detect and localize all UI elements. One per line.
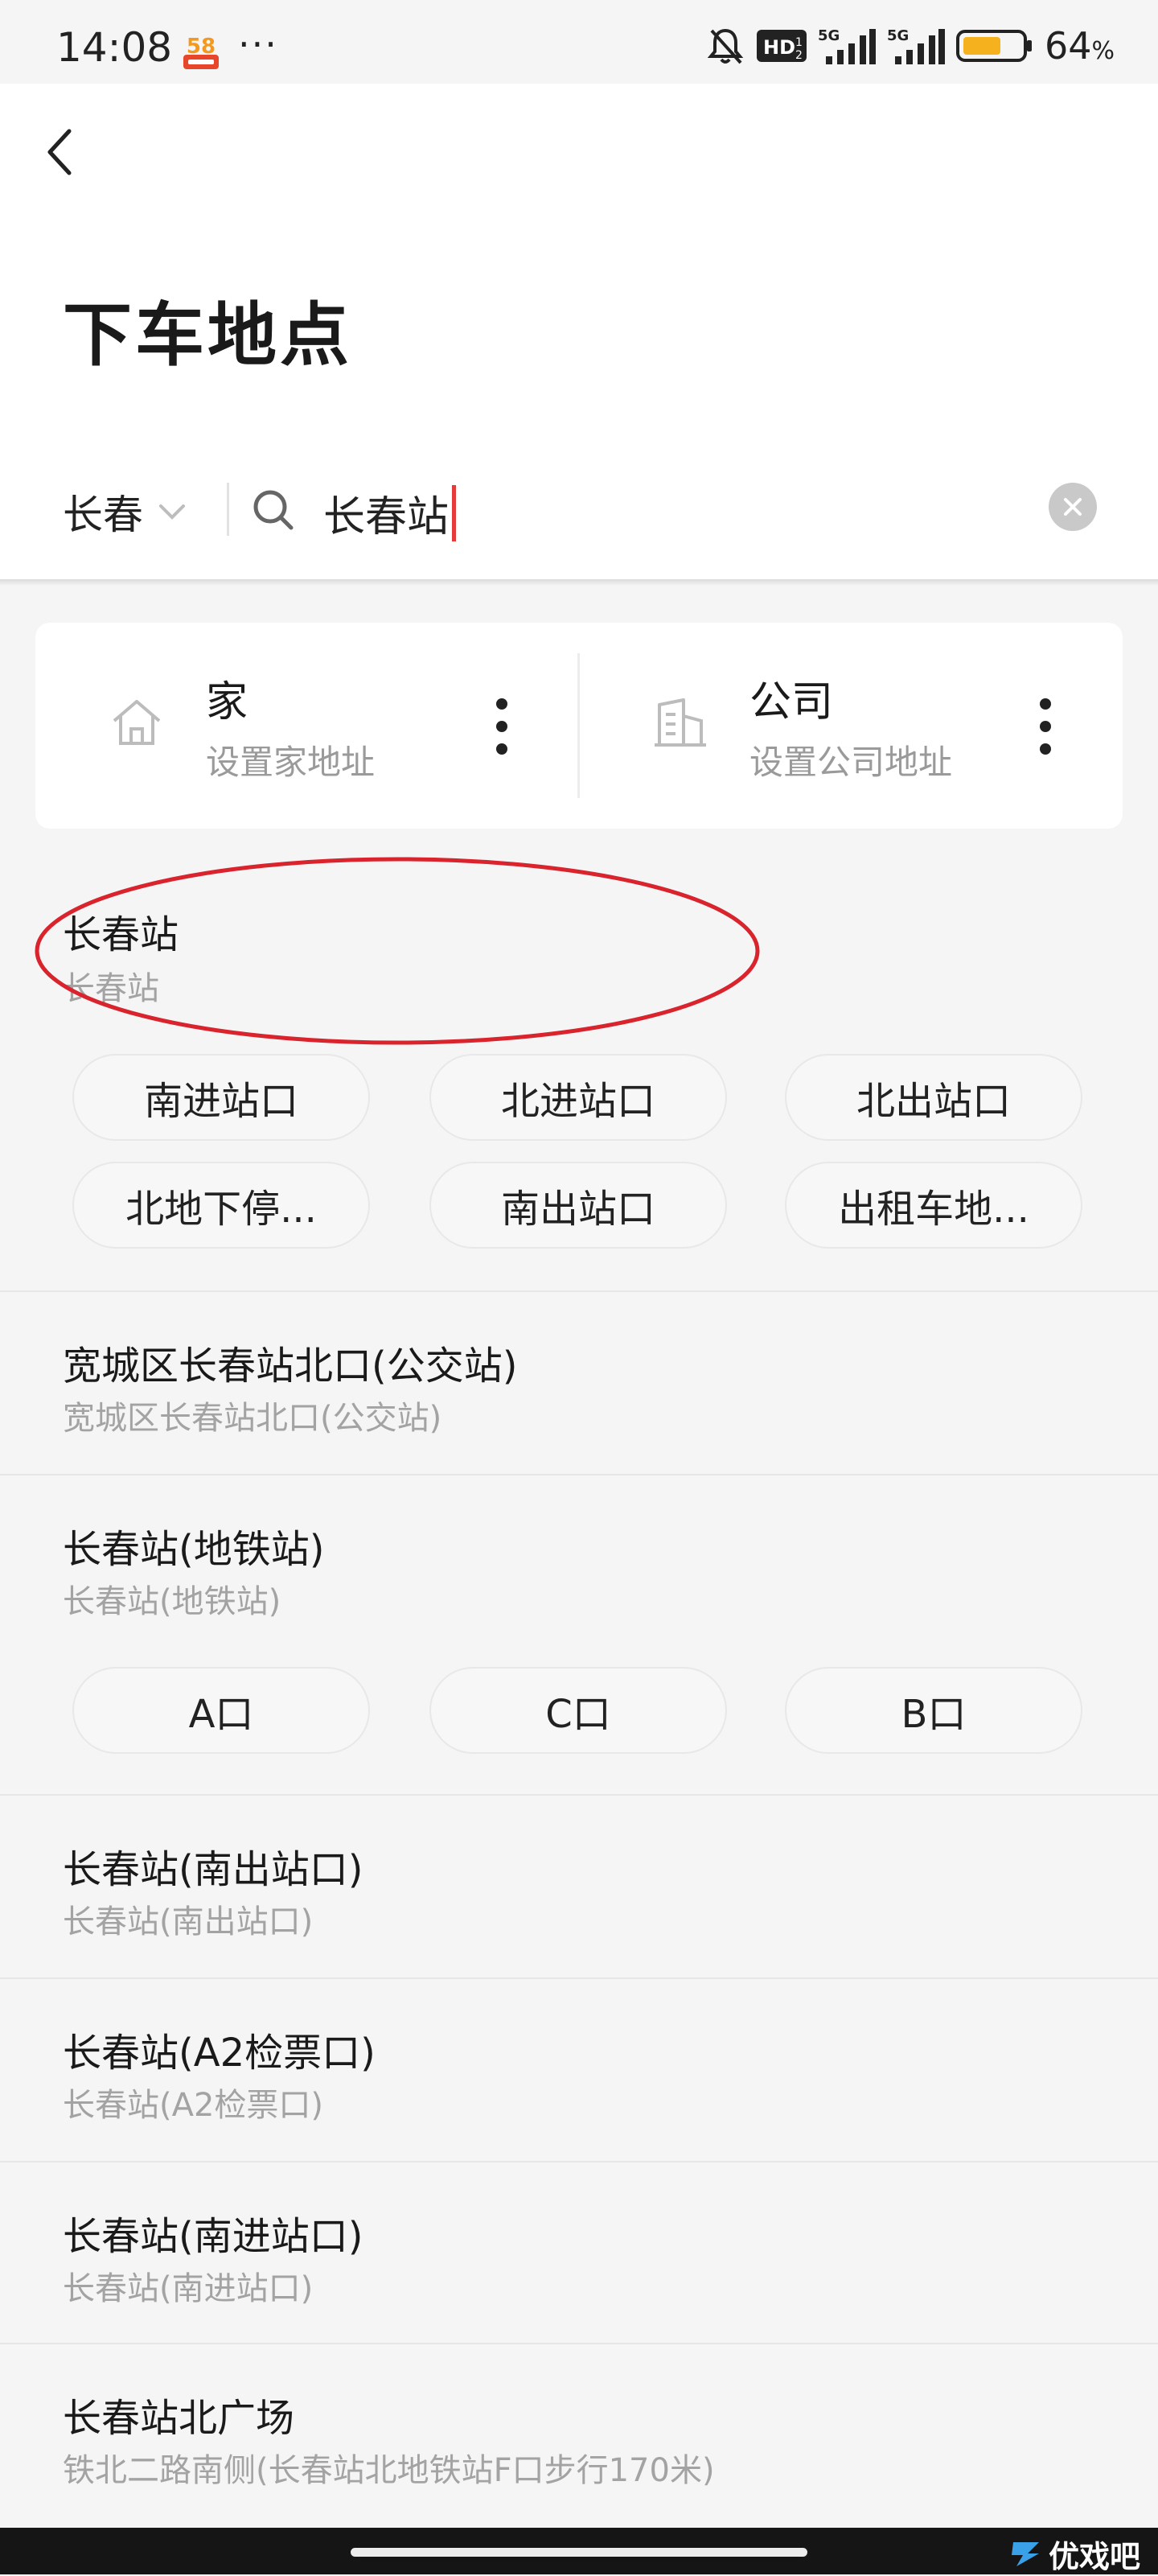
dot [1040, 743, 1051, 755]
result-subtitle: 长春站 [63, 970, 159, 1007]
app-58-icon: 58 [182, 31, 220, 71]
result-item[interactable]: 长春站(南出站口) 长春站(南出站口) [0, 1796, 1158, 1977]
dot [496, 721, 507, 732]
result-title: 长春站(南出站口) [63, 1847, 363, 1892]
entrance-chip[interactable]: 北地下停... [72, 1162, 370, 1249]
entrance-chip[interactable]: 南进站口 [72, 1054, 370, 1141]
result-item[interactable]: 长春站(A2检票口) 长春站(A2检票口) [0, 1979, 1158, 2161]
svg-text:2: 2 [795, 49, 803, 62]
home-subtitle: 设置家地址 [206, 743, 376, 782]
result-subtitle: 长春站(南进站口) [63, 2270, 314, 2307]
dot [496, 743, 507, 755]
search-icon [253, 490, 294, 530]
result-title: 长春站北广场 [63, 2396, 295, 2441]
svg-text:1: 1 [795, 36, 803, 49]
page-title: 下车地点 [63, 295, 352, 376]
entrance-chip[interactable]: 北进站口 [429, 1054, 727, 1141]
entrance-chip[interactable]: 出租车地... [785, 1162, 1082, 1249]
bell-muted-icon [707, 28, 744, 64]
result-item[interactable]: 宽城区长春站北口(公交站) 宽城区长春站北口(公交站) [0, 1292, 1158, 1474]
exit-chip[interactable]: B口 [785, 1667, 1082, 1754]
chevron-left-icon [47, 129, 72, 175]
status-bar: 14:08 58 ··· HD 1 2 5G 5G 64% [0, 0, 1158, 84]
result-subtitle: 铁北二路南侧(长春站北地铁站F口步行170米) [63, 2452, 715, 2489]
search-input-value: 长春站 [323, 493, 450, 541]
result-title: 长春站(A2检票口) [63, 2031, 376, 2076]
watermark-text: 优戏吧 [1049, 2538, 1141, 2574]
company-address-item[interactable]: 公司 设置公司地址 [579, 623, 1123, 829]
city-label: 长春 [63, 492, 143, 538]
search-bar: 长春 长春站 [0, 462, 1158, 558]
company-more-button[interactable] [1029, 698, 1062, 755]
saved-places-card: 家 设置家地址 公司 设置公司地址 [35, 623, 1123, 829]
dot [1040, 698, 1051, 710]
result-item[interactable]: 长春站(南进站口) 长春站(南进站口) [0, 2162, 1158, 2344]
svg-text:5G: 5G [818, 27, 840, 44]
header: 下车地点 长春 长春站 [0, 84, 1158, 582]
search-input[interactable]: 长春站 [323, 483, 457, 543]
signal-5g-icon: 5G [818, 27, 876, 64]
home-address-item[interactable]: 家 设置家地址 [35, 623, 579, 829]
battery-icon [955, 30, 1032, 62]
watermark-logo: 优戏吧 [1008, 2533, 1158, 2574]
result-title: 长春站(南进站口) [63, 2214, 363, 2259]
status-right-group: HD 1 2 5G 5G 64% [705, 24, 1115, 68]
result-subtitle: 长春站(A2检票口) [63, 2087, 324, 2124]
exit-chip[interactable]: C口 [429, 1667, 727, 1754]
status-more-dots: ··· [238, 23, 278, 66]
home-title: 家 [206, 678, 248, 726]
chevron-down-icon [159, 504, 185, 520]
result-subtitle: 长春站(地铁站) [63, 1583, 281, 1620]
company-subtitle: 设置公司地址 [749, 743, 953, 782]
entrance-chip[interactable]: 北出站口 [785, 1054, 1082, 1141]
result-item[interactable]: 长春站(地铁站) 长春站(地铁站) A口 C口 B口 [0, 1475, 1158, 1794]
home-indicator[interactable] [351, 2548, 807, 2557]
dot [1040, 721, 1051, 732]
result-title: 长春站(地铁站) [63, 1527, 325, 1572]
status-time: 14:08 [56, 24, 173, 71]
building-icon [655, 698, 706, 747]
svg-text:HD: HD [763, 36, 795, 59]
result-subtitle: 宽城区长春站北口(公交站) [63, 1400, 442, 1437]
close-icon [1064, 498, 1082, 516]
hd-icon: HD 1 2 [756, 30, 807, 62]
result-title: 长春站 [63, 912, 179, 957]
dot [496, 698, 507, 710]
result-title: 宽城区长春站北口(公交站) [63, 1344, 518, 1389]
entrance-chip[interactable]: 南出站口 [429, 1162, 727, 1249]
text-caret [452, 484, 457, 541]
result-item-changchun-station[interactable]: 长春站 长春站 南进站口 北进站口 北出站口 北地下停... 南出站口 出租车地… [0, 885, 1158, 1287]
back-button[interactable] [43, 116, 108, 188]
home-more-button[interactable] [486, 698, 518, 755]
exit-chip[interactable]: A口 [72, 1667, 370, 1754]
company-title: 公司 [749, 678, 834, 726]
result-item[interactable]: 长春站北广场 铁北二路南侧(长春站北地铁站F口步行170米) [0, 2344, 1158, 2528]
city-selector[interactable]: 长春 [63, 483, 187, 541]
result-subtitle: 长春站(南出站口) [63, 1903, 314, 1940]
watermark-icon [1012, 2542, 1039, 2566]
signal-5g-icon-2: 5G [887, 27, 945, 64]
svg-text:5G: 5G [887, 27, 909, 44]
svg-text:58: 58 [187, 35, 216, 59]
battery-percent: 64% [1044, 24, 1115, 68]
search-divider [227, 483, 229, 536]
home-icon [113, 700, 161, 745]
clear-search-button[interactable] [1049, 483, 1097, 531]
header-shadow [0, 579, 1158, 586]
